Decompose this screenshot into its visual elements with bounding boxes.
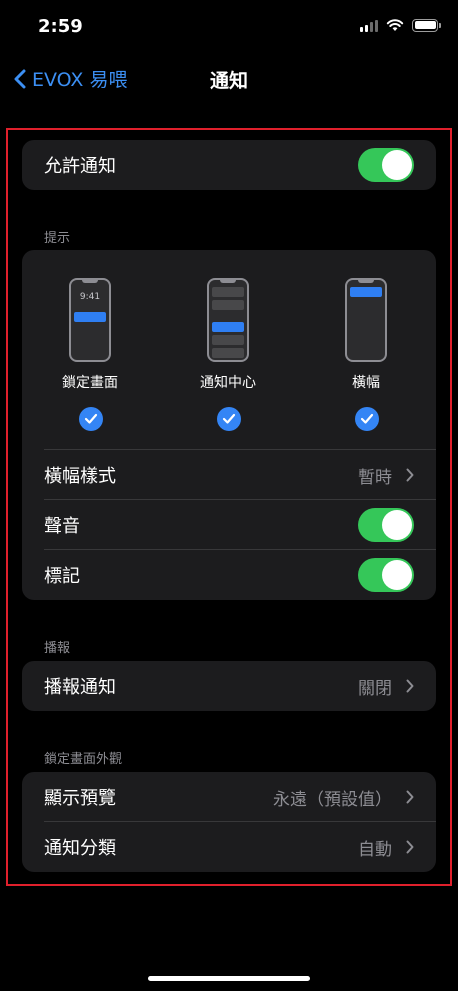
status-icons: [360, 18, 441, 32]
lock-screen-preview-icon[interactable]: 9:41: [69, 278, 111, 362]
lock-screen-appearance-group: 顯示預覽 永遠（預設值） 通知分類 自動: [22, 772, 436, 872]
show-previews-label: 顯示預覽: [44, 788, 116, 809]
chevron-right-icon: [406, 468, 414, 482]
badges-label: 標記: [44, 566, 80, 587]
alerts-header: 提示: [44, 231, 71, 246]
lock-screen-appearance-header: 鎖定畫面外觀: [44, 752, 123, 767]
banner-style-label: 橫幅樣式: [44, 466, 116, 487]
status-time: 2:59: [38, 16, 83, 37]
announce-header: 播報: [44, 641, 71, 656]
banner-style-row[interactable]: 橫幅樣式 暫時: [22, 450, 436, 500]
notification-grouping-row[interactable]: 通知分類 自動: [22, 822, 436, 872]
alerts-group: 9:41 鎖定畫面 通知中心 橫幅 橫幅樣式 暫時 聲音 標記: [22, 250, 436, 600]
chevron-right-icon: [406, 679, 414, 693]
lock-screen-preview-time: 9:41: [79, 292, 101, 302]
chevron-right-icon: [406, 840, 414, 854]
announce-notifications-label: 播報通知: [44, 677, 116, 698]
announce-notifications-value: 關閉: [358, 679, 392, 699]
home-indicator[interactable]: [148, 976, 310, 981]
nav-bar: EVOX 易喂 通知: [0, 56, 458, 100]
notification-grouping-value: 自動: [358, 840, 392, 860]
wifi-icon: [386, 19, 404, 31]
banners-checkmark-icon[interactable]: [355, 407, 379, 431]
badges-toggle[interactable]: [358, 558, 414, 592]
sounds-toggle[interactable]: [358, 508, 414, 542]
sounds-row: 聲音: [22, 500, 436, 550]
cellular-signal-icon: [360, 18, 378, 32]
show-previews-row[interactable]: 顯示預覽 永遠（預設值）: [22, 772, 436, 822]
banner-style-value: 暫時: [358, 468, 392, 488]
notification-center-checkmark-icon[interactable]: [217, 407, 241, 431]
page-title: 通知: [209, 70, 248, 92]
status-bar: 2:59: [0, 0, 458, 56]
notification-grouping-label: 通知分類: [44, 838, 116, 859]
banners-preview-icon[interactable]: [345, 278, 387, 362]
announce-group: 播報通知 關閉: [22, 661, 436, 711]
allow-notifications-row: 允許通知: [22, 140, 436, 190]
notification-center-preview-icon[interactable]: [207, 278, 249, 362]
banners-option-label: 橫幅: [352, 375, 380, 391]
allow-notifications-label: 允許通知: [44, 156, 116, 177]
battery-icon: [412, 18, 441, 32]
announce-notifications-row[interactable]: 播報通知 關閉: [22, 661, 436, 711]
lock-screen-checkmark-icon[interactable]: [79, 407, 103, 431]
chevron-right-icon: [406, 790, 414, 804]
sounds-label: 聲音: [44, 516, 80, 537]
allow-notifications-group: 允許通知: [22, 140, 436, 190]
badges-row: 標記: [22, 550, 436, 600]
show-previews-value: 永遠（預設值）: [273, 790, 392, 810]
allow-notifications-toggle[interactable]: [358, 148, 414, 182]
notification-center-option-label: 通知中心: [200, 375, 256, 391]
lock-screen-option-label: 鎖定畫面: [62, 375, 118, 391]
